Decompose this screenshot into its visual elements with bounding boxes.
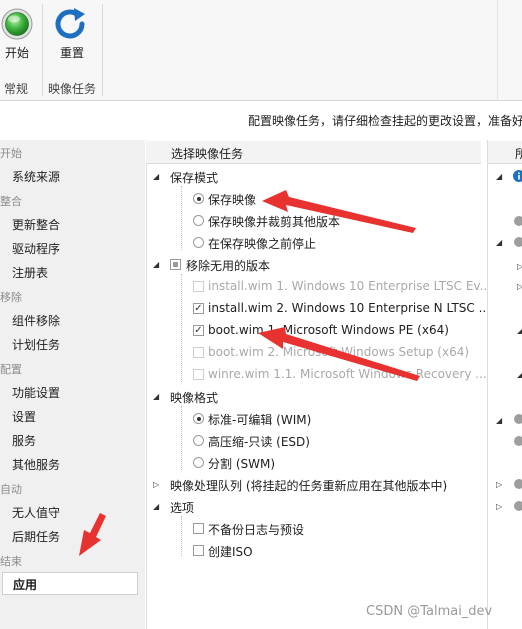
group-processing-queue: 映像处理队列 (将挂起的任务重新应用在其他版本中)	[170, 479, 448, 493]
radio-save-image[interactable]	[193, 193, 204, 204]
checkbox-edition-1[interactable]	[193, 281, 204, 292]
label-format-wim[interactable]: 标准-可编辑 (WIM)	[208, 411, 311, 428]
nav-category-auto: 自动	[0, 483, 22, 496]
tree-line	[181, 274, 182, 382]
collapse-triangle-icon[interactable]: ▷	[496, 480, 502, 489]
nav-category-config: 配置	[0, 363, 22, 376]
nav-item-post-tasks[interactable]: 后期任务	[12, 528, 60, 545]
nav-item-update-integrate[interactable]: 更新整合	[12, 216, 60, 233]
label-edition-4: boot.wim 2. Microsoft Windows Setup (x64…	[208, 345, 470, 359]
label-create-iso[interactable]: 创建ISO	[208, 543, 253, 560]
group-save-mode: 保存模式	[170, 171, 219, 185]
refresh-icon	[55, 8, 85, 39]
task-panel-title: 选择映像任务	[171, 147, 244, 161]
label-format-esd[interactable]: 高压缩-只读 (ESD)	[208, 433, 310, 450]
radio-format-swm[interactable]	[193, 457, 204, 468]
label-edition-1: install.wim 1. Windows 10 Enterprise LTS…	[208, 279, 492, 293]
checkbox-remove-unused[interactable]	[170, 259, 181, 270]
nav-item-component-remove[interactable]: 组件移除	[12, 312, 60, 329]
nav-item-unattended[interactable]: 无人值守	[12, 504, 60, 521]
expand-triangle-icon[interactable]: ◢	[517, 370, 522, 379]
radio-stop-before-save[interactable]	[193, 237, 204, 248]
group-remove-unused: 移除无用的版本	[186, 259, 271, 273]
reset-label: 重置	[59, 46, 84, 60]
tree-line	[181, 186, 182, 250]
status-dot-icon	[514, 436, 522, 446]
radio-save-and-trim[interactable]	[193, 215, 204, 226]
nav-category-end: 结束	[0, 555, 22, 568]
label-edition-5: winre.wim 1.1. Microsoft Windows Recover…	[208, 367, 487, 381]
nav-item-feature-settings[interactable]: 功能设置	[12, 384, 60, 401]
label-format-swm[interactable]: 分割 (SWM)	[208, 455, 275, 472]
collapse-triangle-icon[interactable]: ▷	[153, 480, 159, 489]
label-save-and-trim[interactable]: 保存映像并裁剪其他版本	[208, 213, 340, 230]
checkbox-create-iso[interactable]	[193, 545, 204, 556]
nav-category-start: 开始	[0, 147, 22, 160]
nav-item-driver[interactable]: 驱动程序	[12, 240, 60, 257]
nav-item-scheduled-tasks[interactable]: 计划任务	[12, 336, 60, 353]
nav-category-integrate: 整合	[0, 195, 22, 208]
expand-triangle-icon[interactable]: ◢	[153, 260, 159, 269]
status-dot-icon	[514, 479, 522, 489]
label-edition-3[interactable]: boot.wim 1. Microsoft Windows PE (x64)	[208, 323, 449, 337]
radio-format-esd[interactable]	[193, 435, 204, 446]
ribbon: 开始 重置 常规 映像任务	[0, 0, 522, 101]
collapse-triangle-icon[interactable]: ▷	[517, 282, 522, 291]
group-label-image-tasks: 映像任务	[48, 82, 97, 96]
status-dot-icon	[514, 414, 522, 424]
nav-item-apply[interactable]: 应用	[2, 572, 138, 595]
right-panel-title: 所	[515, 147, 522, 161]
nav-item-services[interactable]: 服务	[12, 432, 36, 449]
nav-item-apply-label: 应用	[13, 578, 38, 592]
right-panel	[487, 140, 522, 629]
task-panel-header: 选择映像任务	[146, 141, 481, 164]
label-save-image[interactable]: 保存映像	[208, 191, 256, 208]
expand-triangle-icon[interactable]: ◢	[153, 172, 159, 181]
nav-item-other-services[interactable]: 其他服务	[12, 456, 60, 473]
nav-item-registry[interactable]: 注册表	[12, 264, 48, 281]
ribbon-divider	[102, 4, 103, 96]
label-stop-before-save[interactable]: 在保存映像之前停止	[208, 235, 316, 252]
group-label-general: 常规	[4, 82, 29, 96]
group-image-format: 映像格式	[170, 391, 219, 405]
tree-line	[181, 406, 182, 470]
status-dot-icon	[514, 501, 522, 511]
reset-button[interactable]: 重置	[52, 6, 92, 64]
watermark: CSDN @Talmai_dev	[366, 604, 493, 619]
expand-triangle-icon[interactable]: ◢	[153, 392, 159, 401]
expand-triangle-icon[interactable]: ◢	[496, 238, 502, 247]
nav-category-remove: 移除	[0, 291, 22, 304]
collapse-triangle-icon[interactable]: ▷	[517, 262, 522, 271]
info-icon	[513, 170, 522, 182]
status-dot-icon	[514, 237, 522, 247]
collapse-triangle-icon[interactable]: ▷	[496, 502, 502, 511]
expand-triangle-icon[interactable]: ◢	[496, 416, 502, 425]
checkbox-edition-2[interactable]: ✓	[193, 303, 204, 314]
radio-format-wim[interactable]	[193, 413, 204, 424]
expand-triangle-icon[interactable]: ◢	[517, 326, 522, 335]
ribbon-edge	[497, 0, 498, 101]
start-button[interactable]: 开始	[0, 6, 40, 64]
checkbox-edition-3[interactable]: ✓	[193, 325, 204, 336]
status-dot-icon	[514, 216, 522, 226]
start-label: 开始	[4, 46, 29, 60]
hint-text: 配置映像任务，请仔细检查挂起的更改设置，准备好	[248, 114, 522, 128]
checkbox-edition-4[interactable]	[193, 347, 204, 358]
expand-triangle-icon[interactable]: ◢	[153, 502, 159, 511]
right-panel-header: 所	[488, 141, 522, 164]
checkbox-edition-5[interactable]	[193, 369, 204, 380]
ribbon-divider	[42, 4, 43, 96]
group-options: 选项	[170, 501, 195, 515]
nav-item-system-source[interactable]: 系统来源	[12, 168, 60, 185]
tree-line	[181, 516, 182, 556]
label-edition-2[interactable]: install.wim 2. Windows 10 Enterprise N L…	[208, 301, 490, 315]
nav-item-settings[interactable]: 设置	[12, 408, 36, 425]
start-icon	[1, 8, 33, 40]
checkbox-no-backup-log[interactable]	[193, 523, 204, 534]
label-no-backup-log[interactable]: 不备份日志与预设	[208, 521, 304, 538]
expand-triangle-icon[interactable]: ◢	[496, 172, 502, 181]
